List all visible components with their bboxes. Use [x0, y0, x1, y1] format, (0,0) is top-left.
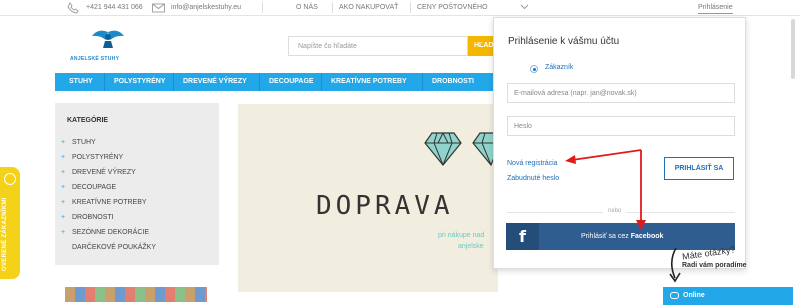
register-link[interactable]: Nová registrácia: [507, 160, 558, 167]
diamond-icon: [424, 132, 462, 166]
logo-text: ANJELSKÉ STUHY: [70, 56, 120, 62]
main-nav: STUHY POLYSTYRÉNY DREVENÉ VÝREZY DECOUPA…: [55, 73, 495, 91]
top-bar: +421 944 431 066 info@anjelskestuhy.eu O…: [0, 0, 800, 16]
nav-item-kreativne-potreby[interactable]: KREATÍVNE POTREBY: [331, 78, 407, 85]
chat-online-button[interactable]: Online: [663, 287, 793, 305]
category-label: POLYSTYRÉNY: [72, 154, 124, 161]
divider: [173, 73, 174, 91]
phone-number[interactable]: +421 944 431 066: [86, 4, 143, 11]
chat-help: Radi vám poradíme: [682, 262, 747, 269]
forgot-password-link[interactable]: Zabudnuté heslo: [507, 175, 559, 182]
category-label: STUHY: [72, 139, 96, 146]
category-label: DROBNOSTI: [72, 214, 114, 221]
envelope-icon: [152, 3, 165, 13]
category-label: DECOUPAGE: [72, 184, 117, 191]
chat-bubble-icon: [670, 292, 679, 299]
facebook-login-button[interactable]: f Prihlásiť sa cez Facebook: [506, 223, 735, 250]
divider: [410, 2, 411, 13]
email-link[interactable]: info@anjelskestuhy.eu: [171, 4, 241, 11]
category-item-sezonne-dekoracie[interactable]: + SEZÓNNE DEKORÁCIE: [61, 229, 149, 236]
plus-icon: +: [61, 229, 66, 236]
nav-link-shipping[interactable]: CENY POŠTOVNÉHO: [417, 4, 488, 11]
category-item-decoupage[interactable]: + DECOUPAGE: [61, 184, 116, 191]
nav-item-drobnosti[interactable]: DROBNOSTI: [432, 78, 474, 85]
nav-item-stuhy[interactable]: STUHY: [69, 78, 93, 85]
divider: [332, 2, 333, 13]
login-link[interactable]: Prihlásenie: [698, 4, 733, 14]
customer-radio-label[interactable]: Zákazník: [545, 64, 573, 71]
divider: [104, 73, 105, 91]
product-thumbnail[interactable]: [62, 284, 210, 305]
plus-icon: +: [61, 154, 66, 161]
category-label: SEZÓNNE DEKORÁCIE: [72, 229, 150, 236]
plus-icon: +: [61, 184, 66, 191]
customer-radio[interactable]: [530, 65, 538, 73]
verified-customers-badge[interactable]: OVERENÉ ZÁKAZNÍKMI: [0, 167, 20, 279]
promo-banner[interactable]: DOPRAVA pri nákupe nad anjelske: [238, 104, 500, 292]
email-field[interactable]: E-mailová adresa (napr. jan@novak.sk): [507, 83, 735, 103]
divider: [422, 73, 423, 91]
search-input[interactable]: Napíšte čo hľadáte: [288, 36, 468, 56]
category-label: DREVENÉ VÝREZY: [72, 169, 136, 176]
divider: [262, 2, 263, 13]
login-modal: Prihlásenie k vášmu účtu Zákazník E-mail…: [493, 17, 746, 269]
password-field[interactable]: Heslo: [507, 116, 735, 136]
login-button[interactable]: PRIHLÁSIŤ SA: [664, 157, 734, 180]
category-item-darcekove-poukazky[interactable]: DARČEKOVÉ POUKÁŽKY: [72, 244, 156, 251]
plus-icon: +: [61, 199, 66, 206]
plus-icon: +: [61, 214, 66, 221]
nav-link-about[interactable]: O NÁS: [296, 4, 318, 11]
sidebar-title: KATEGÓRIE: [67, 117, 109, 124]
category-label: KREATÍVNE POTREBY: [72, 199, 147, 206]
search-button[interactable]: HĽADAŤ: [468, 36, 494, 56]
plus-icon: +: [61, 139, 66, 146]
divider: [259, 73, 260, 91]
divider-label: nebo: [603, 208, 627, 214]
nav-item-decoupage[interactable]: DECOUPAGE: [269, 78, 314, 85]
plus-icon: +: [61, 169, 66, 176]
chevron-down-icon[interactable]: [520, 4, 529, 10]
banner-title: DOPRAVA: [316, 191, 454, 221]
facebook-icon: f: [506, 223, 539, 250]
banner-subtitle: pri nákupe nad: [438, 232, 485, 239]
modal-title: Prihlásenie k vášmu účtu: [508, 36, 620, 47]
banner-subtitle: anjelske: [458, 243, 484, 250]
category-item-kreativne-potreby[interactable]: + KREATÍVNE POTREBY: [61, 199, 147, 206]
category-item-drevene-vyrezy[interactable]: + DREVENÉ VÝREZY: [61, 169, 136, 176]
nav-link-how-to-buy[interactable]: AKO NAKUPOVAŤ: [339, 4, 398, 11]
category-item-stuhy[interactable]: + STUHY: [61, 139, 96, 146]
nav-item-polystyreny[interactable]: POLYSTYRÉNY: [114, 78, 165, 85]
facebook-login-label: Prihlásiť sa cez Facebook: [581, 233, 664, 240]
scrollbar[interactable]: [791, 19, 795, 79]
nav-item-drevene-vyrezy[interactable]: DREVENÉ VÝREZY: [183, 78, 247, 85]
category-item-drobnosti[interactable]: + DROBNOSTI: [61, 214, 114, 221]
verified-icon: [4, 173, 16, 185]
phone-icon: [67, 2, 79, 14]
badge-label: OVERENÉ ZÁKAZNÍKMI: [2, 197, 8, 271]
divider: [321, 73, 322, 91]
category-item-polystyreny[interactable]: + POLYSTYRÉNY: [61, 154, 123, 161]
category-sidebar: KATEGÓRIE + STUHY + POLYSTYRÉNY + DREVENÉ V…: [55, 103, 219, 265]
category-label: DARČEKOVÉ POUKÁŽKY: [72, 244, 157, 251]
